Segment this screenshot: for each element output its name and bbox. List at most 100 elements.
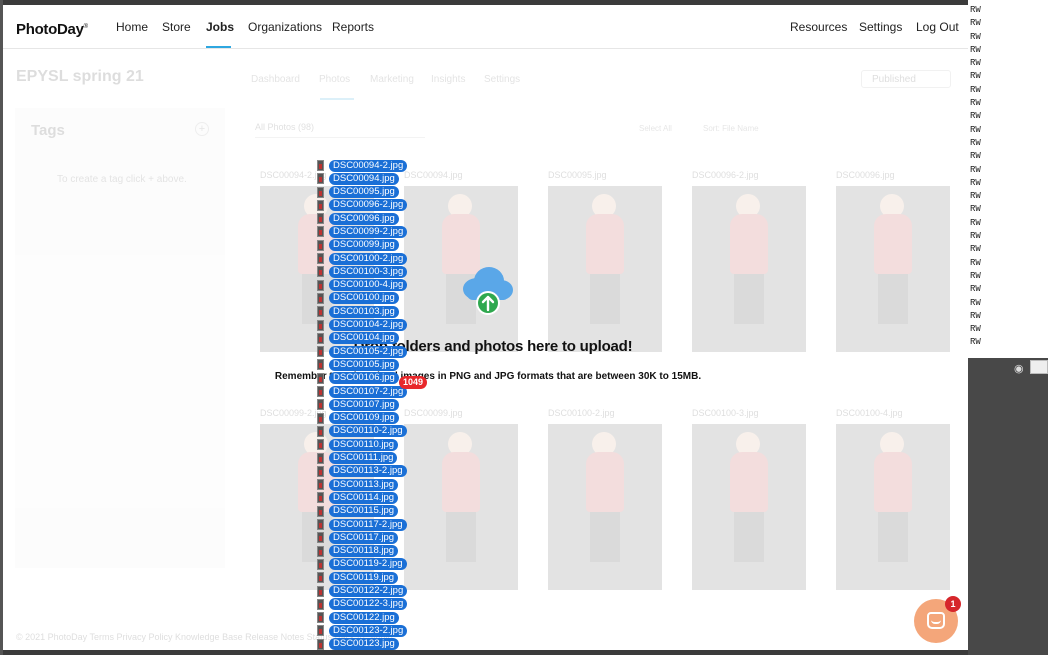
file-thumbnail-icon xyxy=(317,465,324,477)
file-thumbnail-icon xyxy=(317,386,324,398)
nav-resources[interactable]: Resources xyxy=(790,20,847,34)
dragged-file-name: DSC00122-2.jpg xyxy=(329,585,408,597)
background-text-line: RW xyxy=(970,31,981,42)
nav-home[interactable]: Home xyxy=(116,20,148,34)
dragged-file-name: DSC00099-2.jpg xyxy=(329,225,408,238)
file-thumbnail-icon xyxy=(317,519,324,531)
background-text-line: RW xyxy=(970,164,981,175)
dragged-file-name: DSC00100-4.jpg xyxy=(329,279,408,292)
dragged-file-item: DSC00119-2.jpg xyxy=(315,558,435,571)
photoday-logo[interactable]: PhotoDay® xyxy=(16,21,88,38)
dragged-file-item: DSC00100.jpg xyxy=(315,292,435,305)
dragged-file-item: DSC00119.jpg xyxy=(315,571,435,584)
dragged-file-item: DSC00117.jpg xyxy=(315,531,435,544)
dragged-file-item: DSC00100-2.jpg xyxy=(315,252,435,265)
upload-drop-overlay[interactable]: Drop folders and photos here to upload! … xyxy=(3,50,968,650)
background-text-line: RW xyxy=(970,111,981,122)
file-thumbnail-icon xyxy=(317,199,324,211)
file-thumbnail-icon xyxy=(317,359,324,371)
file-thumbnail-icon xyxy=(317,160,324,171)
dragged-file-item: DSC00100-3.jpg xyxy=(315,265,435,278)
dragged-file-item: DSC00111.jpg xyxy=(315,452,435,465)
file-thumbnail-icon xyxy=(317,412,324,424)
dragged-file-name: DSC00117.jpg xyxy=(329,531,399,544)
background-text-line: RW xyxy=(970,58,981,69)
background-text-line: RW xyxy=(970,177,981,188)
browser-window: PhotoDay® Home Store Jobs Organizations … xyxy=(3,5,968,650)
background-text-line: RW xyxy=(970,284,981,295)
file-thumbnail-icon xyxy=(317,239,324,251)
dragged-file-name: DSC00110-2.jpg xyxy=(329,425,407,438)
dragged-file-name: DSC00100-2.jpg xyxy=(329,252,408,265)
file-thumbnail-icon xyxy=(317,306,324,318)
dragged-file-item: DSC00122-2.jpg xyxy=(315,585,435,598)
eye-icon: ◉ xyxy=(1014,363,1024,375)
background-text-line: RW xyxy=(970,231,981,242)
file-thumbnail-icon xyxy=(317,612,324,624)
dragged-file-name: DSC00094-2.jpg xyxy=(329,159,408,172)
file-thumbnail-icon xyxy=(317,226,324,238)
background-dark-panel: ◉ xyxy=(968,358,1048,655)
dragged-file-item: DSC00099.jpg xyxy=(315,239,435,252)
dragged-file-name: DSC00106.jpg xyxy=(329,372,399,385)
dragged-file-item: DSC00105.jpg xyxy=(315,358,435,371)
dragged-file-name: DSC00119.jpg xyxy=(329,571,399,584)
dragged-file-item: DSC00123.jpg xyxy=(315,638,435,650)
dragged-file-name: DSC00115.jpg xyxy=(329,505,399,518)
dragged-file-count-badge: 1049 xyxy=(399,376,428,389)
background-text-line: RW xyxy=(970,270,981,281)
file-thumbnail-icon xyxy=(317,625,324,637)
nav-organizations[interactable]: Organizations xyxy=(248,20,322,34)
background-text-line: RW xyxy=(970,244,981,255)
background-text-line: RW xyxy=(970,124,981,135)
dragged-file-item: DSC00107.jpg xyxy=(315,398,435,411)
background-text-line: RW xyxy=(970,337,981,348)
dragged-file-name: DSC00094.jpg xyxy=(329,172,399,185)
file-thumbnail-icon xyxy=(317,399,324,411)
dragged-file-name: DSC00104.jpg xyxy=(329,332,399,345)
dragged-file-item: DSC00104.jpg xyxy=(315,332,435,345)
dragged-file-name: DSC00113.jpg xyxy=(329,478,399,491)
background-text-line: RW xyxy=(970,71,981,82)
dragged-file-name: DSC00117-2.jpg xyxy=(329,518,407,531)
file-thumbnail-icon xyxy=(317,372,324,384)
dragged-file-name: DSC00109.jpg xyxy=(329,412,399,425)
chat-unread-badge: 1 xyxy=(945,596,961,612)
file-thumbnail-icon xyxy=(317,319,324,331)
dragged-file-name: DSC00095.jpg xyxy=(329,186,399,199)
dragged-file-name: DSC00123.jpg xyxy=(329,638,399,650)
dragged-file-item: DSC00105-2.jpg xyxy=(315,345,435,358)
nav-settings[interactable]: Settings xyxy=(859,20,902,34)
dragged-file-name: DSC00096-2.jpg xyxy=(329,199,408,212)
file-thumbnail-icon xyxy=(317,598,324,610)
dragged-file-name: DSC00100.jpg xyxy=(329,292,399,305)
dragged-file-name: DSC00118.jpg xyxy=(329,545,399,558)
nav-log-out[interactable]: Log Out xyxy=(916,20,959,34)
dragged-file-item: DSC00118.jpg xyxy=(315,545,435,558)
file-thumbnail-icon xyxy=(317,479,324,491)
dragged-file-item: DSC00104-2.jpg xyxy=(315,319,435,332)
file-thumbnail-icon xyxy=(317,292,324,304)
background-text-line: RW xyxy=(970,137,981,148)
file-thumbnail-icon xyxy=(317,253,324,265)
dragged-file-name: DSC00122.jpg xyxy=(329,611,399,624)
file-thumbnail-icon xyxy=(317,532,324,544)
file-thumbnail-icon xyxy=(317,173,324,185)
dragged-file-item: DSC00110.jpg xyxy=(315,438,435,451)
file-thumbnail-icon xyxy=(317,186,324,198)
dragged-file-item: DSC00094-2.jpg xyxy=(315,159,435,172)
background-text-line: RW xyxy=(970,98,981,109)
dragged-file-item: DSC00113.jpg xyxy=(315,478,435,491)
file-thumbnail-icon xyxy=(317,346,324,358)
file-thumbnail-icon xyxy=(317,505,324,517)
nav-jobs[interactable]: Jobs xyxy=(206,20,234,34)
background-text-line: RW xyxy=(970,217,981,228)
dragged-file-item: DSC00117-2.jpg xyxy=(315,518,435,531)
nav-store[interactable]: Store xyxy=(162,20,191,34)
file-thumbnail-icon xyxy=(317,332,324,344)
file-thumbnail-icon xyxy=(317,558,324,570)
nav-reports[interactable]: Reports xyxy=(332,20,374,34)
file-thumbnail-icon xyxy=(317,439,324,451)
background-text-line: RW xyxy=(970,5,981,15)
dragged-file-item: DSC00113-2.jpg xyxy=(315,465,435,478)
